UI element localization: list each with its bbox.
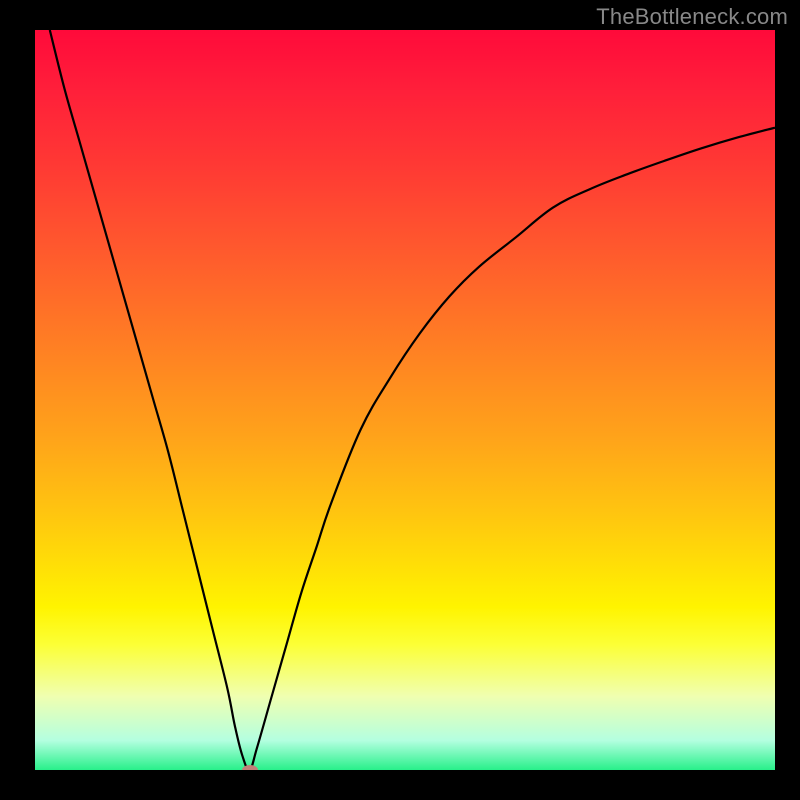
bottleneck-curve — [35, 30, 775, 770]
optimum-marker — [242, 765, 258, 770]
attribution-text: TheBottleneck.com — [596, 4, 788, 30]
chart-plot-area — [35, 30, 775, 770]
curve-line — [50, 30, 775, 770]
